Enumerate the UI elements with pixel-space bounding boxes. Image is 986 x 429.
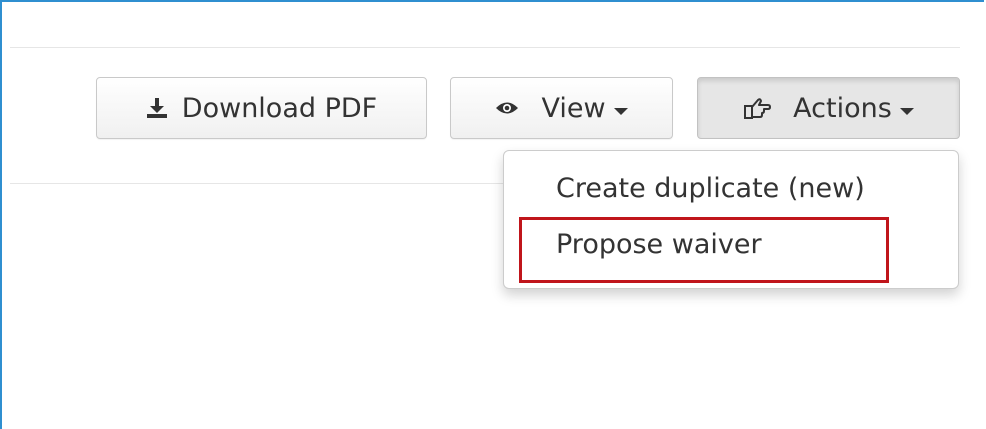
actions-label: Actions — [793, 92, 892, 124]
divider-bottom — [10, 183, 505, 184]
divider-top — [10, 47, 960, 48]
actions-dropdown-button[interactable]: Actions — [697, 77, 960, 139]
download-pdf-button[interactable]: Download PDF — [96, 77, 427, 139]
highlight-annotation — [519, 217, 889, 283]
hand-pointing-right-icon — [743, 97, 772, 119]
view-label: View — [541, 92, 606, 124]
view-dropdown-button[interactable]: View — [450, 77, 673, 139]
eye-icon — [495, 100, 519, 116]
download-icon — [146, 97, 168, 119]
menu-item-create-duplicate[interactable]: Create duplicate (new) — [556, 173, 865, 204]
download-pdf-label: Download PDF — [181, 92, 378, 124]
chevron-down-icon — [899, 107, 914, 115]
chevron-down-icon — [613, 107, 628, 115]
